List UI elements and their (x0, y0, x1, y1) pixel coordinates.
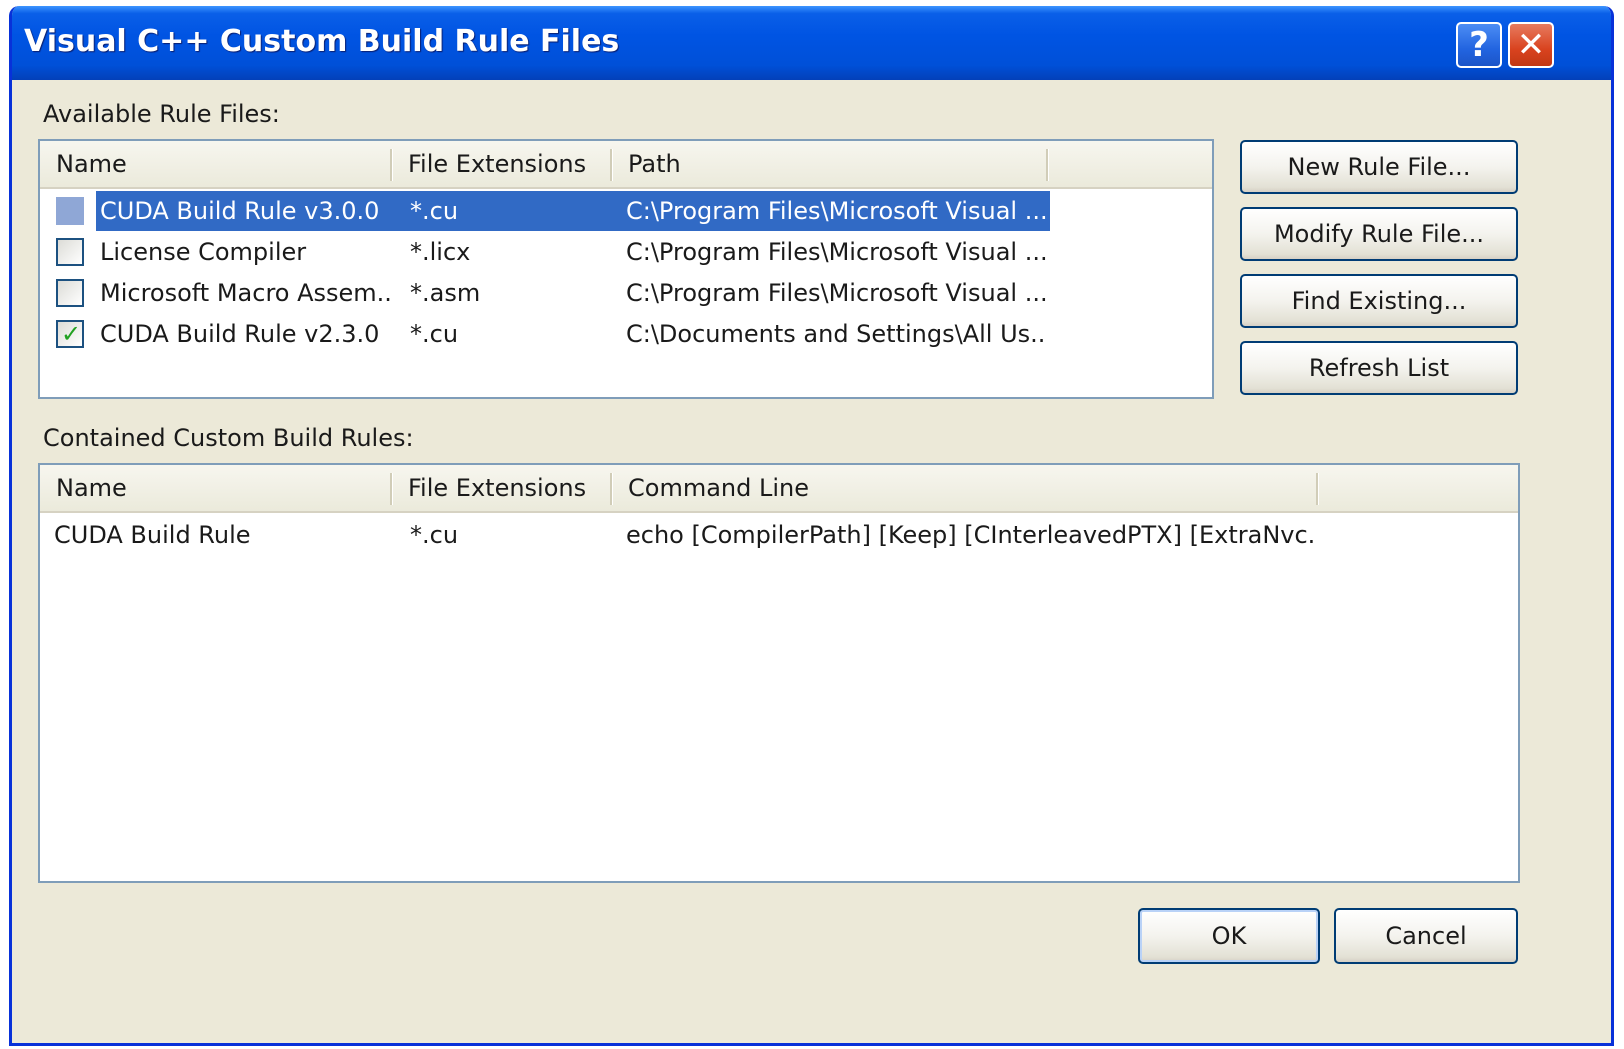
title-bar[interactable]: Visual C++ Custom Build Rule Files ? ✕ (12, 6, 1611, 80)
list-item[interactable]: CUDA Build Rule *.cu echo [CompilerPath]… (40, 515, 1518, 555)
rule-file-name: License Compiler (100, 238, 307, 266)
rule-file-path: C:\Program Files\Microsoft Visual ... (626, 197, 1046, 225)
column-header-file-extensions[interactable]: File Extensions (392, 141, 612, 187)
refresh-list-button[interactable]: Refresh List (1240, 341, 1518, 395)
rule-file-name: Microsoft Macro Assem... (100, 279, 390, 307)
modify-rule-file-button[interactable]: Modify Rule File... (1240, 207, 1518, 261)
column-header-name[interactable]: Name (40, 465, 392, 511)
rule-file-path: C:\Program Files\Microsoft Visual ... (626, 279, 1046, 307)
available-rule-files-list[interactable]: Name File Extensions Path CUDA Build Rul… (38, 139, 1214, 399)
window-title: Visual C++ Custom Build Rule Files (24, 24, 620, 59)
help-icon[interactable]: ? (1456, 22, 1502, 68)
checkmark-icon: ✓ (61, 320, 82, 348)
rule-file-name: CUDA Build Rule v3.0.0 (100, 197, 380, 225)
list-item[interactable]: Microsoft Macro Assem... *.asm C:\Progra… (40, 273, 1212, 313)
rule-file-extension: *.asm (410, 279, 481, 307)
contained-build-rules-label: Contained Custom Build Rules: (43, 424, 414, 452)
rule-file-checkbox[interactable] (56, 197, 84, 225)
rule-file-path: C:\Documents and Settings\All Us... (626, 320, 1046, 348)
column-header-file-extensions[interactable]: File Extensions (392, 465, 612, 511)
column-header-name[interactable]: Name (40, 141, 392, 187)
build-rule-extension: *.cu (410, 521, 459, 549)
find-existing-button[interactable]: Find Existing... (1240, 274, 1518, 328)
column-divider[interactable] (1316, 473, 1319, 505)
column-divider[interactable] (1046, 149, 1049, 181)
available-rule-files-label: Available Rule Files: (43, 100, 280, 128)
list-item[interactable]: License Compiler *.licx C:\Program Files… (40, 232, 1212, 272)
rule-file-extension: *.licx (410, 238, 471, 266)
rule-file-checkbox[interactable] (56, 238, 84, 266)
rule-file-name: CUDA Build Rule v2.3.0 (100, 320, 380, 348)
build-rule-name: CUDA Build Rule (54, 521, 251, 549)
rule-file-extension: *.cu (410, 197, 459, 225)
ok-button[interactable]: OK (1138, 908, 1320, 964)
rule-file-checkbox[interactable] (56, 279, 84, 307)
column-header-command-line[interactable]: Command Line (612, 465, 1312, 511)
build-rule-command-line: echo [CompilerPath] [Keep] [CInterleaved… (626, 521, 1316, 549)
dialog-window: Visual C++ Custom Build Rule Files ? ✕ A… (9, 6, 1614, 1046)
close-icon[interactable]: ✕ (1508, 22, 1554, 68)
list-item[interactable]: CUDA Build Rule v3.0.0 *.cu C:\Program F… (40, 191, 1212, 231)
new-rule-file-button[interactable]: New Rule File... (1240, 140, 1518, 194)
rule-file-path: C:\Program Files\Microsoft Visual ... (626, 238, 1046, 266)
contained-build-rules-list[interactable]: Name File Extensions Command Line CUDA B… (38, 463, 1520, 883)
rule-file-checkbox[interactable]: ✓ (56, 320, 84, 348)
column-header-path[interactable]: Path (612, 141, 1048, 187)
list-item[interactable]: ✓ CUDA Build Rule v2.3.0 *.cu C:\Documen… (40, 314, 1212, 354)
cancel-button[interactable]: Cancel (1334, 908, 1518, 964)
rule-file-extension: *.cu (410, 320, 459, 348)
available-list-header: Name File Extensions Path (40, 141, 1212, 189)
contained-list-header: Name File Extensions Command Line (40, 465, 1518, 513)
